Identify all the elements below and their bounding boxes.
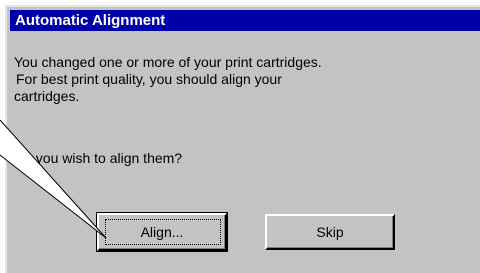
automatic-alignment-dialog: Automatic Alignment You changed one or m…: [5, 5, 480, 273]
screenshot-stage: Automatic Alignment You changed one or m…: [0, 0, 480, 273]
dialog-title: Automatic Alignment: [15, 12, 166, 29]
message-line-2: For best print quality, you should align…: [16, 71, 282, 87]
dialog-titlebar[interactable]: Automatic Alignment: [10, 10, 480, 31]
skip-button-label: Skip: [316, 224, 344, 240]
message-line-1: You changed one or more of your print ca…: [14, 54, 322, 70]
align-button[interactable]: Align...: [96, 212, 228, 252]
message-line-3: cartridges.: [14, 88, 80, 104]
skip-button[interactable]: Skip: [265, 214, 395, 250]
question-text: Do you wish to align them?: [14, 150, 183, 166]
align-button-label: Align...: [140, 224, 184, 240]
